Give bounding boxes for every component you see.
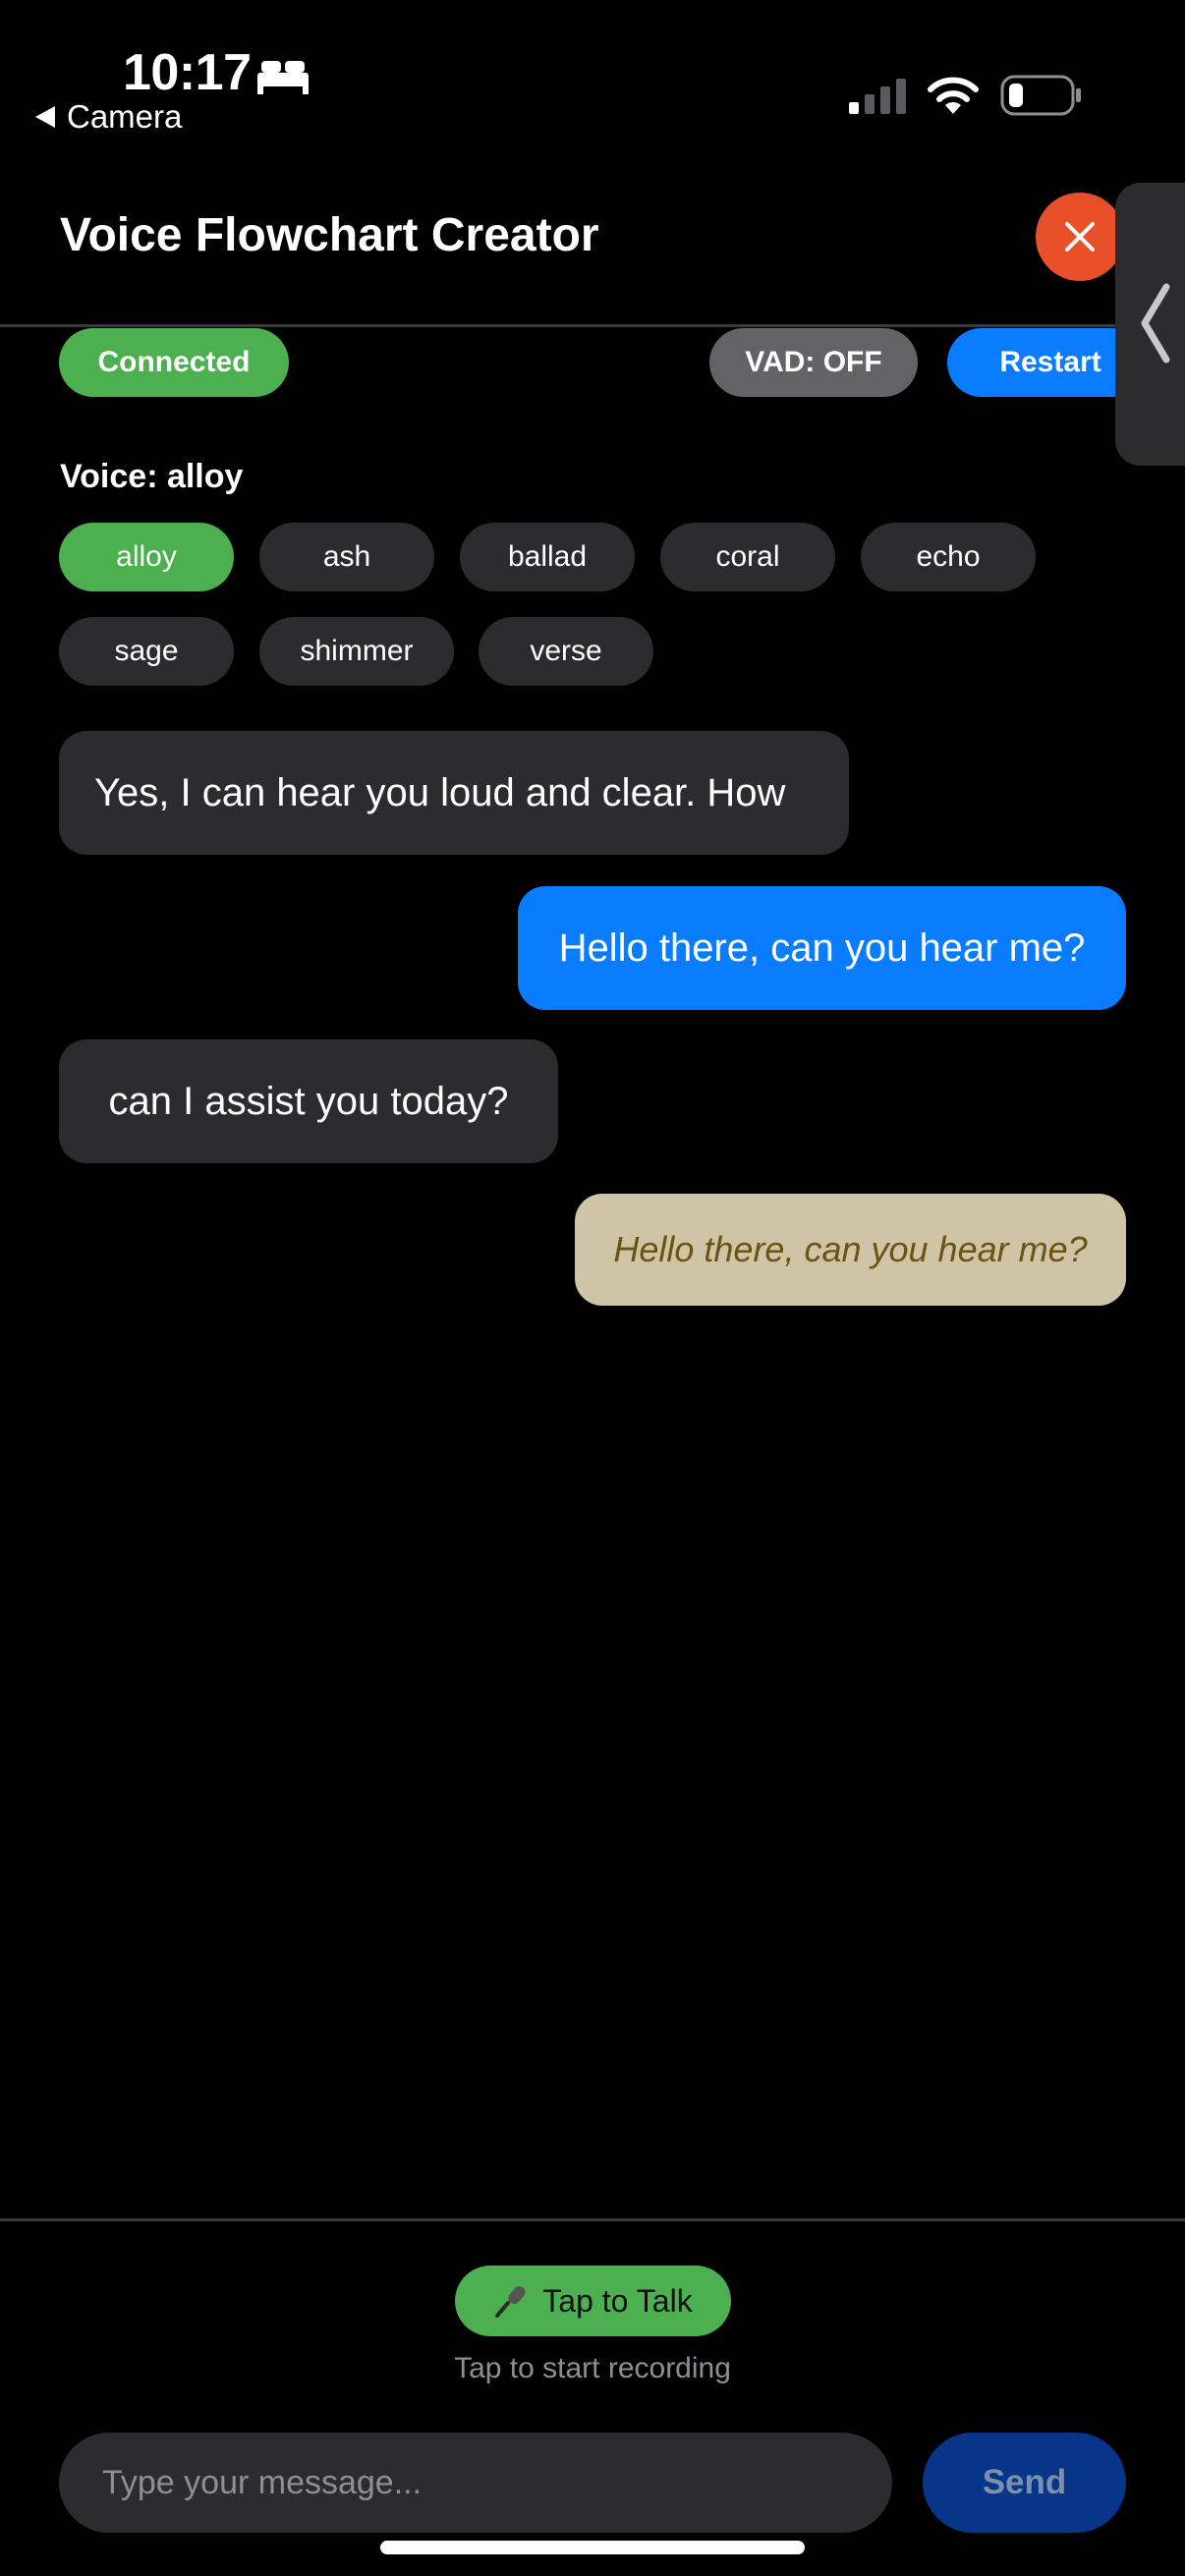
- close-icon: [1065, 222, 1095, 252]
- signal-icon: [849, 79, 906, 114]
- assistant-message-bubble: Yes, I can hear you loud and clear. How: [59, 731, 849, 855]
- voice-option-alloy[interactable]: alloy: [59, 523, 234, 591]
- voice-option-coral[interactable]: coral: [660, 523, 835, 591]
- back-camera-label: Camera: [67, 98, 183, 135]
- status-time: 10:17: [123, 44, 252, 101]
- vad-toggle-button[interactable]: VAD: OFF: [709, 328, 918, 397]
- pending-transcription-bubble: Hello there, can you hear me?: [575, 1194, 1126, 1306]
- chevron-left-icon: [1141, 283, 1170, 364]
- wifi-icon: [928, 77, 979, 114]
- voice-option-echo[interactable]: echo: [861, 523, 1036, 591]
- close-button[interactable]: [1036, 193, 1124, 281]
- voice-option-verse[interactable]: verse: [479, 617, 653, 686]
- header-divider: [0, 324, 1185, 327]
- microphone-icon: [495, 2285, 526, 2318]
- back-to-camera-link[interactable]: Camera: [35, 98, 182, 136]
- bottom-divider: [0, 2218, 1185, 2221]
- voice-label: Voice: alloy: [60, 458, 244, 495]
- send-button[interactable]: Send: [923, 2433, 1126, 2533]
- page-title: Voice Flowchart Creator: [60, 209, 599, 261]
- home-indicator: [380, 2541, 805, 2554]
- connection-status-badge: Connected: [59, 328, 289, 397]
- back-arrow-icon: [35, 106, 55, 128]
- voice-option-shimmer[interactable]: shimmer: [259, 617, 454, 686]
- user-message-bubble: Hello there, can you hear me?: [518, 886, 1126, 1010]
- voice-option-ballad[interactable]: ballad: [460, 523, 635, 591]
- recording-hint: Tap to start recording: [454, 2352, 731, 2384]
- assistant-message-bubble: can I assist you today?: [59, 1039, 558, 1163]
- side-drawer-handle[interactable]: [1115, 183, 1185, 466]
- battery-icon: [1000, 75, 1081, 116]
- voice-option-sage[interactable]: sage: [59, 617, 234, 686]
- voice-option-ash[interactable]: ash: [259, 523, 434, 591]
- bed-icon: [257, 61, 309, 94]
- tap-to-talk-button[interactable]: Tap to Talk: [455, 2266, 731, 2336]
- tap-to-talk-label: Tap to Talk: [542, 2282, 693, 2319]
- message-input[interactable]: [59, 2433, 892, 2533]
